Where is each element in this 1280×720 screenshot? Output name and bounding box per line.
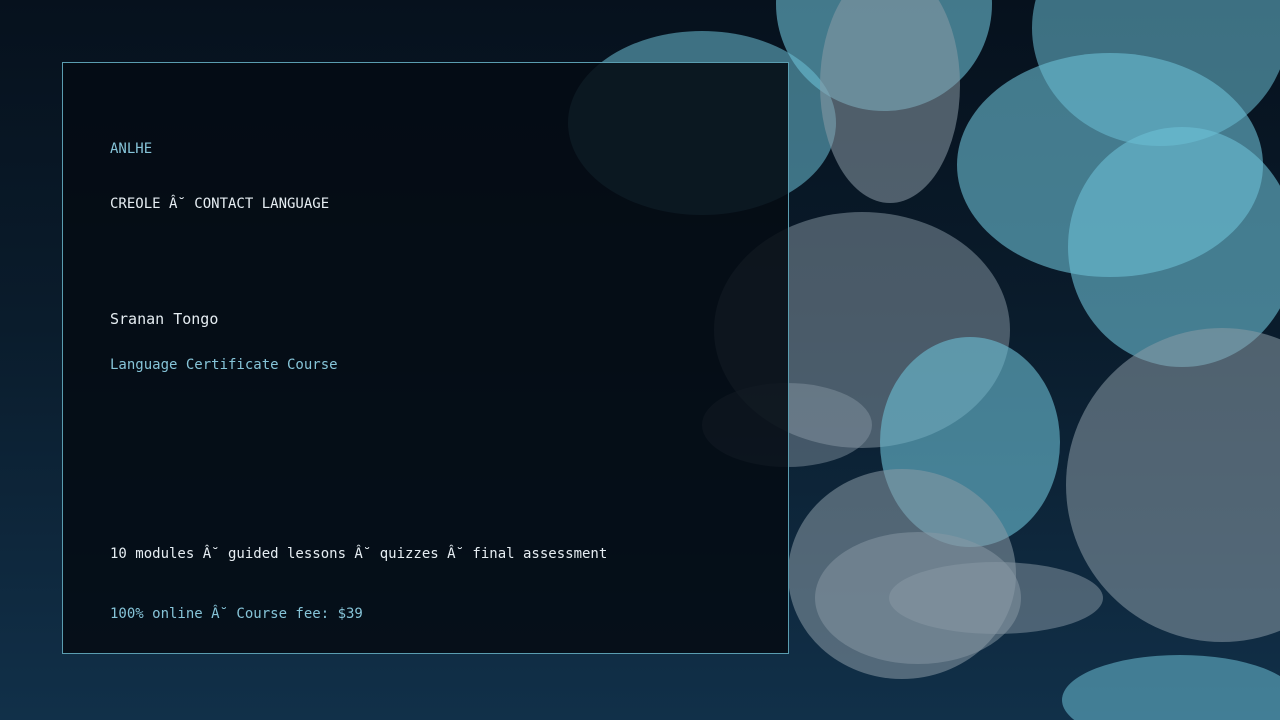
language-title: Sranan Tongo [110,310,219,328]
course-card: ANLHE CREOLE Â˘ CONTACT LANGUAGE Sranan … [62,62,789,654]
category-label: CREOLE Â˘ CONTACT LANGUAGE [110,196,330,212]
bubble [1062,655,1280,720]
course-details: 10 modules Â˘ guided lessons Â˘ quizzes … [110,546,608,562]
brand-label: ANLHE [110,141,153,157]
course-subtitle: Language Certificate Course [110,357,338,373]
bubble [820,0,960,203]
course-pricing: 100% online Â˘ Course fee: $39 [110,606,363,622]
bubble [889,562,1103,634]
